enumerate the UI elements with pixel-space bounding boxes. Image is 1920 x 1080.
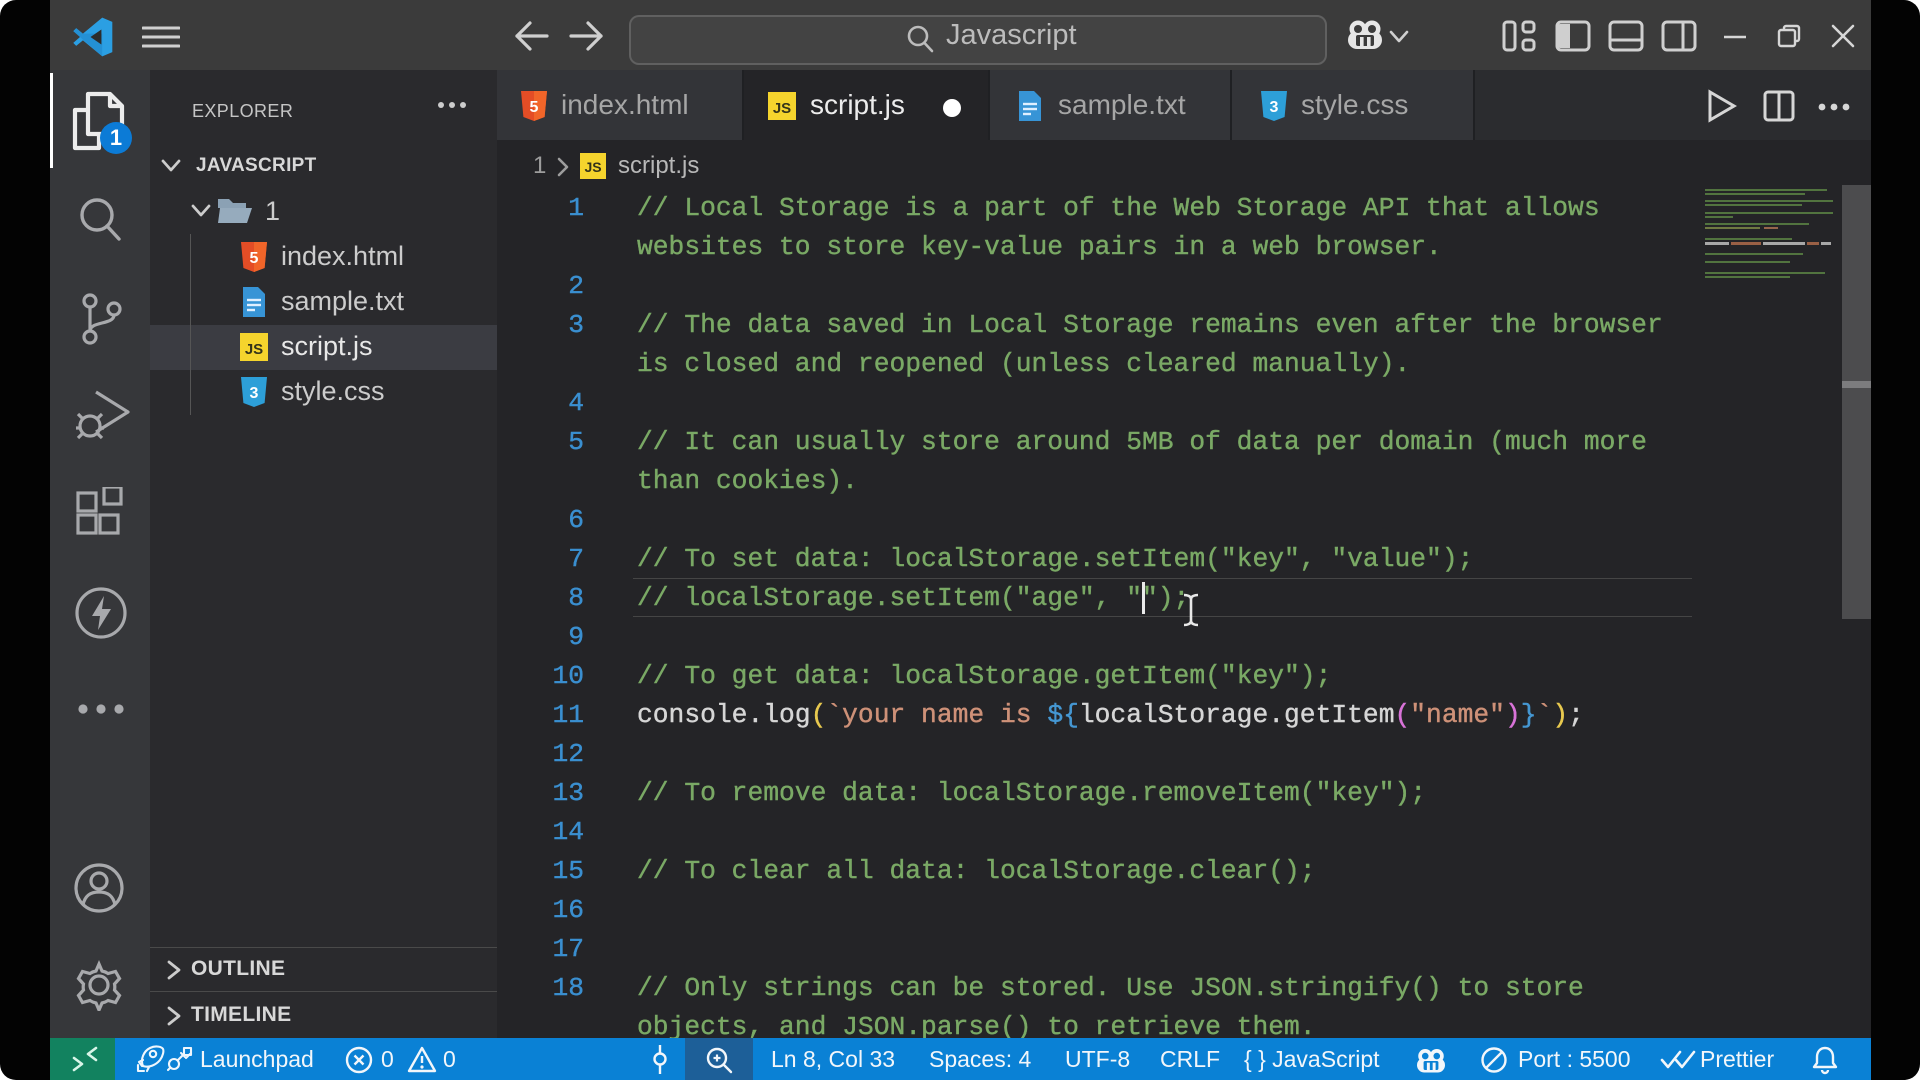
svg-text:5: 5: [530, 99, 539, 116]
svg-text:1: 1: [110, 125, 122, 150]
svg-text:JS: JS: [584, 159, 601, 175]
svg-text:JS: JS: [773, 100, 791, 117]
svg-text:3: 3: [250, 385, 259, 402]
svg-text:5: 5: [250, 250, 259, 267]
svg-text:3: 3: [1270, 99, 1279, 116]
svg-text:JS: JS: [245, 341, 263, 358]
